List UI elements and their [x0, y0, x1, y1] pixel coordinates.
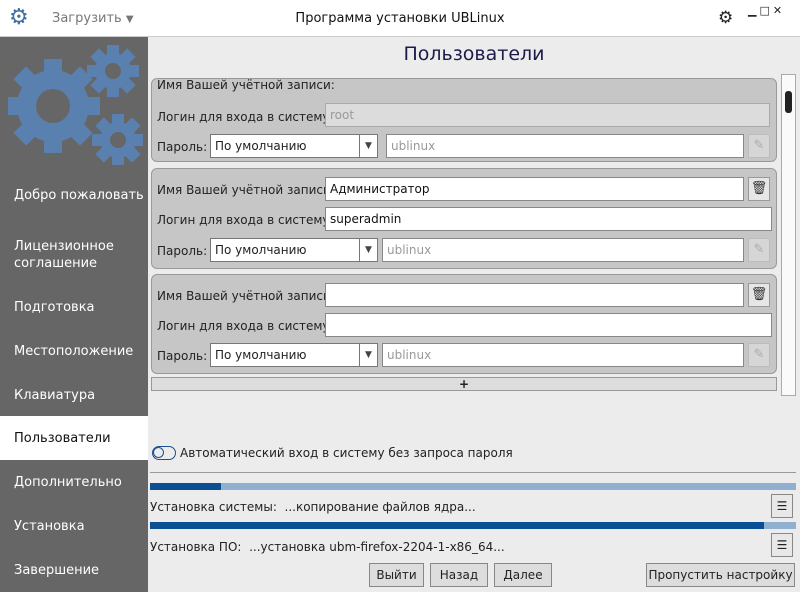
password-mode-select[interactable]: По умолчанию ▼ — [210, 343, 378, 367]
title-bar: ⚙ Загрузить ▼ Программа установки UBLinu… — [0, 0, 800, 37]
gears-logo-icon — [8, 45, 143, 165]
system-progress-label: Установка системы: — [150, 500, 277, 514]
password-label: Пароль: — [157, 140, 208, 154]
password-label: Пароль: — [157, 349, 208, 363]
password-field[interactable]: ublinux — [382, 238, 744, 262]
sidebar-item-users[interactable]: Пользователи — [0, 416, 148, 460]
chevron-down-icon: ▼ — [359, 344, 377, 366]
login-label: Логин для входа в систему: — [157, 213, 334, 227]
minimize-icon[interactable]: ▁ — [748, 4, 759, 17]
software-progress-label: Установка ПО: — [150, 540, 242, 554]
log-icon[interactable]: ☰ — [771, 533, 793, 557]
window-title: Программа установки UBLinux — [295, 11, 505, 26]
account-label: Имя Вашей учётной записи: — [157, 183, 335, 197]
password-field[interactable]: ublinux — [382, 343, 744, 367]
system-progress-status: ...копирование файлов ядра... — [284, 500, 476, 514]
login-label: Логин для входа в систему: — [157, 319, 334, 333]
account-label: Имя Вашей учётной записи: — [157, 78, 335, 92]
trash-icon[interactable]: 🗑 — [748, 177, 770, 201]
chevron-down-icon: ▼ — [359, 239, 377, 261]
sidebar: Добро пожаловать Лицензионное соглашение… — [0, 37, 148, 592]
software-progress-bar — [150, 522, 796, 529]
exit-button[interactable]: Выйти — [369, 563, 424, 587]
login-field[interactable] — [325, 313, 772, 337]
sidebar-item-preparation[interactable]: Подготовка — [0, 286, 148, 328]
edit-pencil-icon[interactable]: ✎ — [748, 238, 770, 262]
software-progress-text: Установка ПО: ...установка ubm-firefox-2… — [150, 540, 505, 554]
autologin-toggle[interactable] — [152, 446, 176, 460]
password-mode-value: По умолчанию — [215, 243, 307, 257]
progress-fill — [150, 483, 222, 490]
progress-fill — [150, 522, 764, 529]
password-label: Пароль: — [157, 244, 208, 258]
close-icon[interactable]: ✕ — [773, 4, 785, 17]
login-field[interactable]: superadmin — [325, 207, 772, 231]
password-mode-value: По умолчанию — [215, 348, 307, 362]
sidebar-item-advanced[interactable]: Дополнительно — [0, 460, 148, 504]
next-button[interactable]: Далее — [494, 563, 552, 587]
login-label: Логин для входа в систему: — [157, 110, 334, 124]
user-card: Имя Вашей учётной записи: Администратор … — [151, 168, 777, 269]
skip-setup-button[interactable]: Пропустить настройку — [646, 563, 795, 587]
divider — [150, 472, 796, 473]
sidebar-item-keyboard[interactable]: Клавиатура — [0, 374, 148, 416]
account-label: Имя Вашей учётной записи: — [157, 289, 335, 303]
password-mode-value: По умолчанию — [215, 139, 307, 153]
account-field[interactable]: Администратор — [325, 177, 744, 201]
window-controls[interactable]: ▁□✕ — [748, 4, 785, 17]
trash-icon[interactable]: 🗑 — [748, 283, 770, 307]
log-icon[interactable]: ☰ — [771, 494, 793, 518]
settings-gear-icon[interactable]: ⚙ — [718, 8, 733, 28]
system-progress-text: Установка системы: ...копирование файлов… — [150, 500, 476, 514]
autologin-label: Автоматический вход в систему без запрос… — [180, 446, 513, 460]
sidebar-item-finish[interactable]: Завершение — [0, 548, 148, 592]
password-mode-select[interactable]: По умолчанию ▼ — [210, 134, 378, 158]
sidebar-item-location[interactable]: Местоположение — [0, 330, 148, 372]
password-field[interactable]: ublinux — [386, 134, 744, 158]
system-progress-bar — [150, 483, 796, 490]
login-field[interactable]: root — [325, 103, 770, 127]
sidebar-item-welcome[interactable]: Добро пожаловать — [0, 171, 148, 219]
users-list: Имя Вашей учётной записи: Логин для вход… — [150, 74, 796, 396]
chevron-down-icon: ▼ — [359, 135, 377, 157]
edit-pencil-icon[interactable]: ✎ — [748, 134, 770, 158]
add-user-button[interactable]: + — [151, 377, 777, 391]
scrollbar-thumb[interactable] — [785, 91, 792, 113]
password-mode-select[interactable]: По умолчанию ▼ — [210, 238, 378, 262]
edit-pencil-icon[interactable]: ✎ — [748, 343, 770, 367]
account-field[interactable] — [325, 283, 744, 307]
sidebar-item-install[interactable]: Установка — [0, 504, 148, 548]
scrollbar[interactable] — [781, 74, 796, 396]
user-card: Имя Вашей учётной записи: 🗑 Логин для вх… — [151, 274, 777, 374]
sidebar-item-license[interactable]: Лицензионное соглашение — [0, 231, 148, 279]
back-button[interactable]: Назад — [430, 563, 488, 587]
software-progress-status: ...установка ubm-firefox-2204-1-x86_64..… — [249, 540, 505, 554]
page-title: Пользователи — [403, 43, 545, 65]
user-card-root: Имя Вашей учётной записи: Логин для вход… — [151, 78, 777, 162]
maximize-icon[interactable]: □ — [759, 4, 772, 17]
